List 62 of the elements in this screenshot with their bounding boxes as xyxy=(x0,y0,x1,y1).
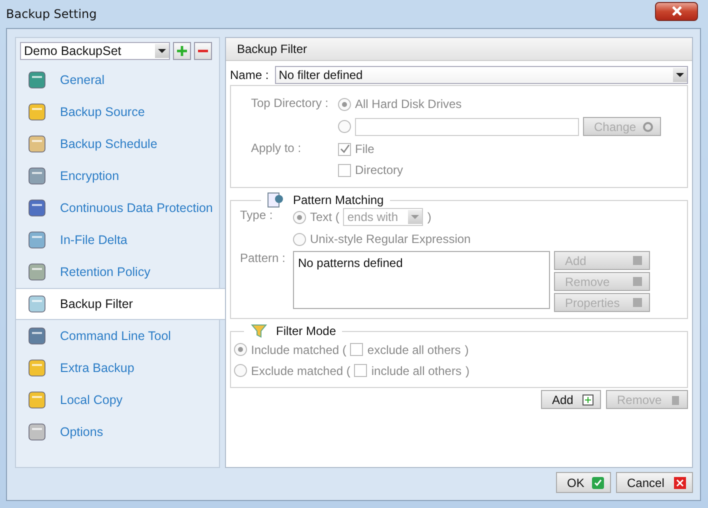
option-label: exclude all others xyxy=(367,342,461,356)
top-directory-label: Top Directory : xyxy=(251,96,330,110)
close-icon xyxy=(674,476,686,488)
add-button[interactable] xyxy=(173,42,191,60)
paren-text: ) xyxy=(465,364,470,378)
sidebar-item[interactable]: Backup Filter xyxy=(16,288,225,320)
sidebar-item[interactable]: General xyxy=(16,64,219,96)
sidebar-item[interactable]: Local Copy xyxy=(16,384,219,416)
caret-icon xyxy=(673,68,687,82)
radio-button[interactable] xyxy=(234,343,247,356)
section-title: Filter Mode xyxy=(276,324,336,338)
dialog-button[interactable]: Cancel xyxy=(616,472,693,493)
radio-button[interactable] xyxy=(293,210,306,224)
apply-to-label: Apply to : xyxy=(251,141,302,155)
dialog-button[interactable]: OK xyxy=(556,472,611,493)
window-title: Backup Setting xyxy=(6,7,97,21)
option-label: Include matched ( xyxy=(251,342,346,356)
option-label: Directory xyxy=(355,163,404,177)
caret-icon xyxy=(155,44,169,58)
sidebar-item[interactable]: Backup Schedule xyxy=(16,128,219,160)
filter-name-dropdown[interactable]: No filter defined xyxy=(274,66,688,84)
close-icon xyxy=(670,6,682,16)
name-label: Name : xyxy=(230,68,269,82)
check-icon xyxy=(592,476,604,488)
paren-text: ) xyxy=(464,342,469,356)
pattern-list[interactable]: No patterns defined xyxy=(293,251,550,309)
sidebar-item[interactable]: Encryption xyxy=(16,160,219,192)
sidebar-item[interactable]: Continuous Data Protection xyxy=(16,192,219,224)
checkbox[interactable] xyxy=(338,164,351,176)
sidebar-item[interactable]: Backup Source xyxy=(16,96,219,128)
radio-button[interactable] xyxy=(234,364,247,377)
checkbox[interactable] xyxy=(338,142,351,156)
filter-button[interactable]: Add xyxy=(541,390,601,409)
option-label: All Hard Disk Drives xyxy=(355,97,462,111)
radio-button[interactable] xyxy=(293,232,306,246)
option-label: Exclude matched ( xyxy=(251,364,350,378)
pattern-label: Pattern : xyxy=(240,251,286,267)
backupset-dropdown[interactable]: Demo BackupSet xyxy=(20,42,170,60)
paren-text: ) xyxy=(427,210,432,224)
sidebar-item[interactable]: Extra Backup xyxy=(16,352,219,384)
panel-header: Backup Filter xyxy=(226,38,692,61)
option-label: Unix-style Regular Expression xyxy=(310,232,471,246)
radio-button[interactable] xyxy=(338,98,351,110)
caret-icon xyxy=(408,210,422,224)
close-button[interactable] xyxy=(655,2,698,20)
sidebar-item[interactable]: Retention Policy xyxy=(16,256,219,288)
remove-button[interactable] xyxy=(194,42,212,60)
add-page-icon xyxy=(582,394,594,406)
radio-button[interactable] xyxy=(338,120,351,133)
directory-field[interactable] xyxy=(355,118,579,136)
option-label: Text ( xyxy=(310,210,340,224)
option-label: File xyxy=(355,142,374,156)
section-title: Pattern Matching xyxy=(293,193,384,207)
plus-icon xyxy=(177,46,187,56)
sidebar-item[interactable]: Options xyxy=(16,416,219,448)
sidebar-item[interactable]: In-File Delta xyxy=(16,224,219,256)
match-mode-dropdown[interactable]: ends with xyxy=(343,208,424,226)
checkbox[interactable] xyxy=(354,364,368,377)
option-label: include all others xyxy=(371,364,462,378)
checkbox[interactable] xyxy=(350,343,364,356)
type-label: Type : xyxy=(240,208,274,224)
sidebar-item[interactable]: Command Line Tool xyxy=(16,320,219,352)
